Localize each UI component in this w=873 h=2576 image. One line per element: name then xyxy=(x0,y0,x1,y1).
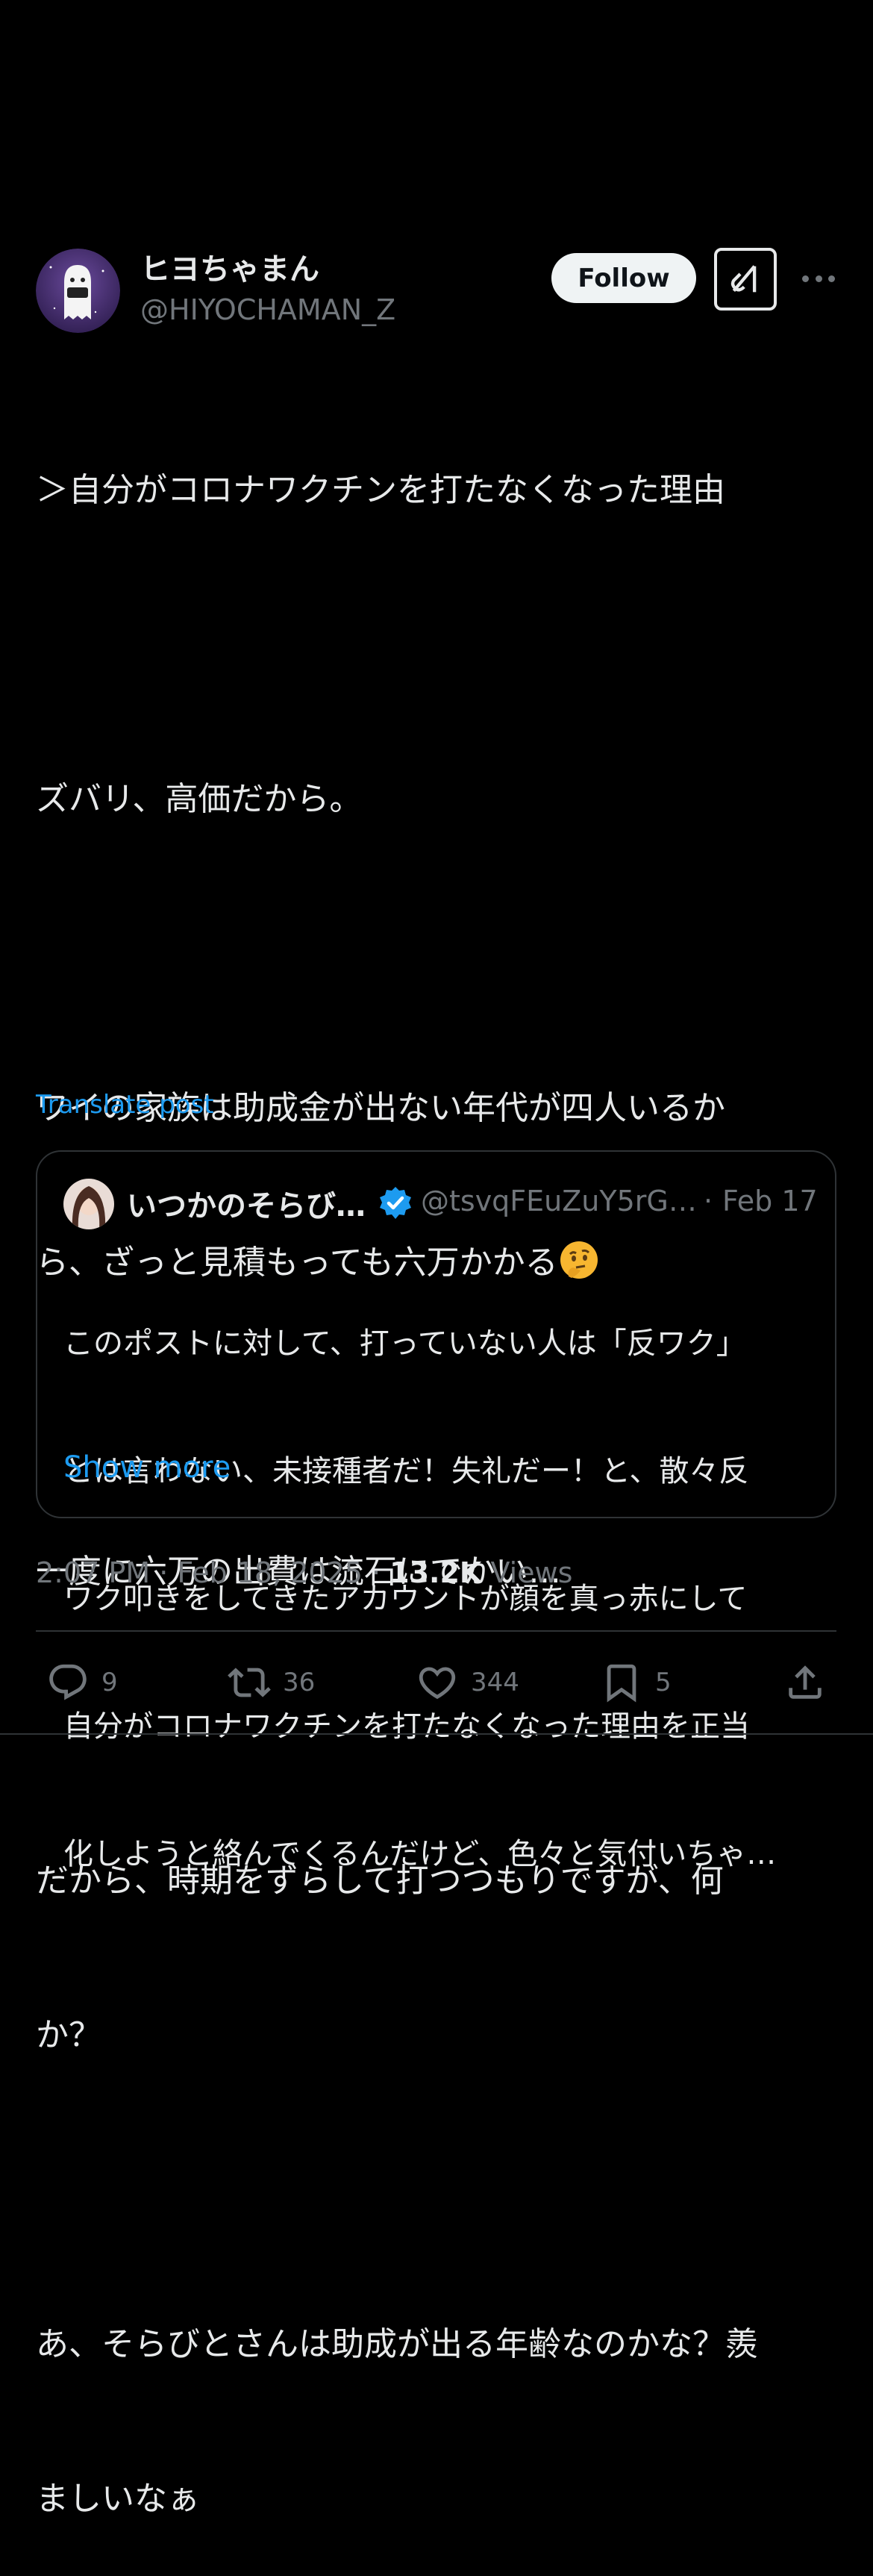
quoted-post[interactable]: いつかのそらび… @tsvqFEuZuY5rG… · Feb 17 このポストに… xyxy=(36,1150,836,1871)
post-line: あ、そらびとさんは助成が出る年齢なのかな？羨 xyxy=(36,2325,758,2363)
grok-icon xyxy=(730,265,757,293)
quoted-line: 化しようと絡んでくるんだけど、色々と気付いちゃ… xyxy=(63,1837,777,1871)
divider xyxy=(36,1630,836,1632)
post-timestamp[interactable]: 2:07 PM · Feb 18, 2025 · xyxy=(36,1556,389,1589)
show-more-link[interactable]: Show more xyxy=(63,1450,231,1485)
avatar-photo-icon xyxy=(63,1179,114,1229)
x-logo-icon[interactable] xyxy=(36,0,88,15)
post-line: ​ xyxy=(36,928,842,979)
reply-count: 9 xyxy=(101,1668,118,1697)
post-meta: 2:07 PM · Feb 18, 2025 · 13.2K Views xyxy=(36,1556,572,1589)
post-line: ＞自分がコロナワクチンを打たなくなった理由 xyxy=(36,471,725,509)
quoted-date[interactable]: Feb 17 xyxy=(722,1185,818,1217)
quoted-avatar[interactable] xyxy=(63,1179,114,1229)
quoted-display-name[interactable]: いつかのそらび… xyxy=(127,1182,366,1225)
separator-dot: · xyxy=(704,1185,713,1217)
grok-button[interactable] xyxy=(714,248,777,311)
views-count: 13.2K xyxy=(389,1556,482,1589)
author-display-name[interactable]: ヒヨちゃまん xyxy=(140,245,319,288)
post-line: ズバリ、高価だから。 xyxy=(36,780,363,818)
bookmark-button[interactable]: 5 xyxy=(600,1653,672,1712)
action-bar: 9 36 344 5 xyxy=(0,1653,873,1712)
share-icon xyxy=(789,1665,822,1699)
views-label: Views xyxy=(481,1556,573,1589)
post-line: ​ xyxy=(36,2164,842,2215)
quoted-handle[interactable]: @tsvqFEuZuY5rG… xyxy=(421,1185,697,1217)
like-button[interactable]: 344 xyxy=(416,1653,519,1712)
heart-icon xyxy=(419,1667,456,1700)
reply-button[interactable]: 9 xyxy=(46,1653,118,1712)
post-line: ましいなぁ xyxy=(36,2480,200,2518)
repost-button[interactable]: 36 xyxy=(228,1653,315,1712)
quoted-text: このポストに対して、打っていない人は「反ワク」 とは言わない、未接種者だ！失礼だ… xyxy=(63,1238,810,1961)
translate-post-link[interactable]: Translate post xyxy=(36,1090,214,1120)
verified-badge-icon xyxy=(377,1185,414,1222)
bookmark-count: 5 xyxy=(655,1668,672,1697)
post-line: か？ xyxy=(36,2016,101,2054)
share-button[interactable] xyxy=(783,1653,827,1712)
like-count: 344 xyxy=(471,1668,519,1697)
avatar[interactable] xyxy=(36,249,120,333)
post-line: ​ xyxy=(36,619,842,670)
author-handle[interactable]: @HIYOCHAMAN_Z xyxy=(140,293,395,326)
follow-button[interactable]: Follow xyxy=(551,253,696,303)
more-icon[interactable] xyxy=(802,265,835,292)
avatar-ghost-icon xyxy=(36,249,120,333)
repost-count: 36 xyxy=(283,1668,316,1697)
bookmark-icon xyxy=(607,1664,636,1703)
divider xyxy=(0,1733,873,1735)
repost-icon xyxy=(228,1668,271,1697)
quoted-line: このポストに対して、打っていない人は「反ワク」 xyxy=(63,1326,746,1361)
reply-icon xyxy=(49,1664,87,1700)
